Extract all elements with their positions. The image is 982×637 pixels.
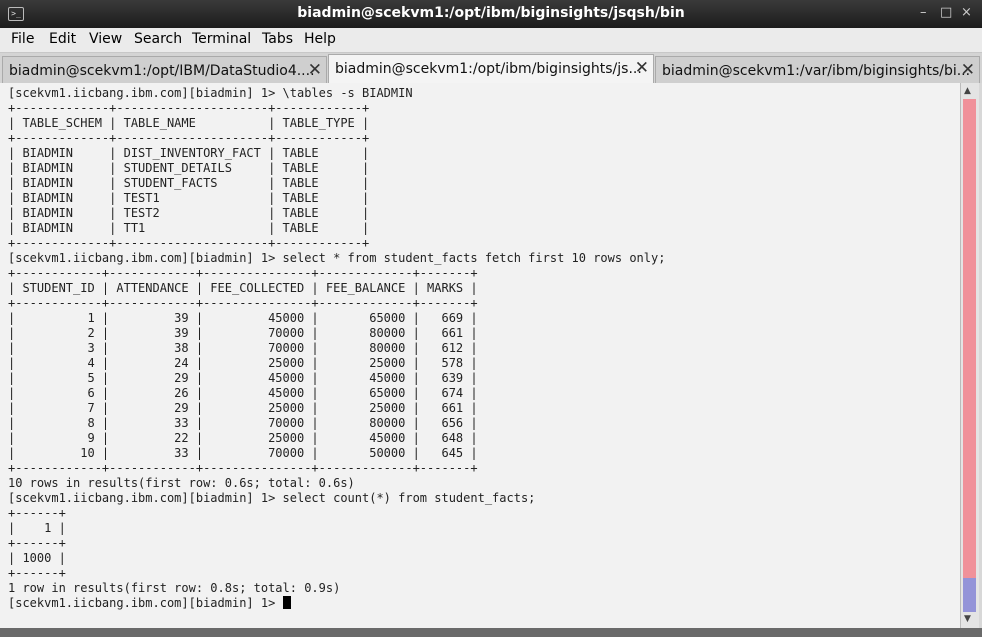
scrollbar-thumb[interactable] <box>963 578 976 612</box>
tab-label: biadmin@scekvm1:/opt/ibm/biginsights/js.… <box>335 61 642 77</box>
terminal-line: [scekvm1.iicbang.ibm.com][biadmin] 1> <box>8 596 291 611</box>
close-tab-icon[interactable]: ✕ <box>961 60 975 80</box>
terminal-line: | BIADMIN | TT1 | TABLE | <box>8 221 370 235</box>
tab-var-biginsights[interactable]: biadmin@scekvm1:/var/ibm/biginsights/bi.… <box>655 56 980 83</box>
terminal-line: [scekvm1.iicbang.ibm.com][biadmin] 1> se… <box>8 251 666 265</box>
terminal-line: | 1 | <box>8 521 66 535</box>
menu-edit[interactable]: Edit <box>49 31 76 47</box>
scroll-up-icon[interactable]: ▲ <box>964 86 971 96</box>
terminal-line: [scekvm1.iicbang.ibm.com][biadmin] 1> se… <box>8 491 536 505</box>
minimize-icon[interactable]: – <box>920 5 927 20</box>
tab-label: biadmin@scekvm1:/opt/IBM/DataStudio4.... <box>9 63 315 79</box>
vertical-scrollbar[interactable]: ▲ ▼ <box>960 83 979 628</box>
tab-jsqsh[interactable]: biadmin@scekvm1:/opt/ibm/biginsights/js.… <box>328 54 654 84</box>
scrollbar-track[interactable] <box>963 99 976 609</box>
terminal-line: +------------+------------+-------------… <box>8 461 478 475</box>
menu-help[interactable]: Help <box>304 31 336 47</box>
menu-tabs[interactable]: Tabs <box>262 31 293 47</box>
terminal-line: +------+ <box>8 506 66 520</box>
terminal-line: | 1 | 39 | 45000 | 65000 | 669 | <box>8 311 478 325</box>
terminal-line: | BIADMIN | TEST1 | TABLE | <box>8 191 370 205</box>
terminal-line: | 3 | 38 | 70000 | 80000 | 612 | <box>8 341 478 355</box>
scroll-down-icon[interactable]: ▼ <box>964 614 971 624</box>
terminal-line: | 7 | 29 | 25000 | 25000 | 661 | <box>8 401 478 415</box>
terminal-line: | 2 | 39 | 70000 | 80000 | 661 | <box>8 326 478 340</box>
terminal-line: +------+ <box>8 566 66 580</box>
terminal-line: | STUDENT_ID | ATTENDANCE | FEE_COLLECTE… <box>8 281 478 295</box>
terminal-line: 10 rows in results(first row: 0.6s; tota… <box>8 476 355 490</box>
close-tab-icon[interactable]: ✕ <box>308 60 322 80</box>
window-title: biadmin@scekvm1:/opt/ibm/biginsights/jsq… <box>297 5 685 21</box>
terminal-line: | 9 | 22 | 25000 | 45000 | 648 | <box>8 431 478 445</box>
desktop-taskbar-edge <box>0 628 982 637</box>
menu-file[interactable]: File <box>11 31 34 47</box>
maximize-icon[interactable]: □ <box>940 5 952 20</box>
terminal-line: | 6 | 26 | 45000 | 65000 | 674 | <box>8 386 478 400</box>
menu-terminal[interactable]: Terminal <box>192 31 251 47</box>
menu-view[interactable]: View <box>89 31 122 47</box>
tab-datastudio[interactable]: biadmin@scekvm1:/opt/IBM/DataStudio4....… <box>2 56 327 83</box>
terminal-line: +------------+------------+-------------… <box>8 296 478 310</box>
terminal-line: | BIADMIN | DIST_INVENTORY_FACT | TABLE … <box>8 146 370 160</box>
terminal-line: +-------------+---------------------+---… <box>8 101 370 115</box>
close-tab-icon[interactable]: ✕ <box>635 58 649 78</box>
terminal-line: +-------------+---------------------+---… <box>8 236 370 250</box>
terminal-cursor <box>282 596 291 609</box>
close-window-icon[interactable]: × <box>961 5 972 20</box>
terminal-line: | 1000 | <box>8 551 66 565</box>
terminal-line: [scekvm1.iicbang.ibm.com][biadmin] 1> \t… <box>8 86 413 100</box>
terminal-line: | 4 | 24 | 25000 | 25000 | 578 | <box>8 356 478 370</box>
terminal-line: | 10 | 33 | 70000 | 50000 | 645 | <box>8 446 478 460</box>
tab-label: biadmin@scekvm1:/var/ibm/biginsights/bi.… <box>662 63 971 79</box>
tab-bar: biadmin@scekvm1:/opt/IBM/DataStudio4....… <box>0 53 982 84</box>
window-titlebar[interactable]: >_ biadmin@scekvm1:/opt/ibm/biginsights/… <box>0 0 982 28</box>
terminal-line: | BIADMIN | STUDENT_FACTS | TABLE | <box>8 176 370 190</box>
terminal-line: | BIADMIN | TEST2 | TABLE | <box>8 206 370 220</box>
terminal-line: +-------------+---------------------+---… <box>8 131 370 145</box>
menu-search[interactable]: Search <box>134 31 182 47</box>
menu-bar: File Edit View Search Terminal Tabs Help <box>0 28 982 53</box>
terminal-line: | 8 | 33 | 70000 | 80000 | 656 | <box>8 416 478 430</box>
terminal-line: +------------+------------+-------------… <box>8 266 478 280</box>
terminal-line: | TABLE_SCHEM | TABLE_NAME | TABLE_TYPE … <box>8 116 370 130</box>
terminal-line: +------+ <box>8 536 66 550</box>
terminal-output[interactable]: [scekvm1.iicbang.ibm.com][biadmin] 1> \t… <box>0 83 960 628</box>
terminal-line: | BIADMIN | STUDENT_DETAILS | TABLE | <box>8 161 370 175</box>
terminal-line: 1 row in results(first row: 0.8s; total:… <box>8 581 341 595</box>
terminal-line: | 5 | 29 | 45000 | 45000 | 639 | <box>8 371 478 385</box>
